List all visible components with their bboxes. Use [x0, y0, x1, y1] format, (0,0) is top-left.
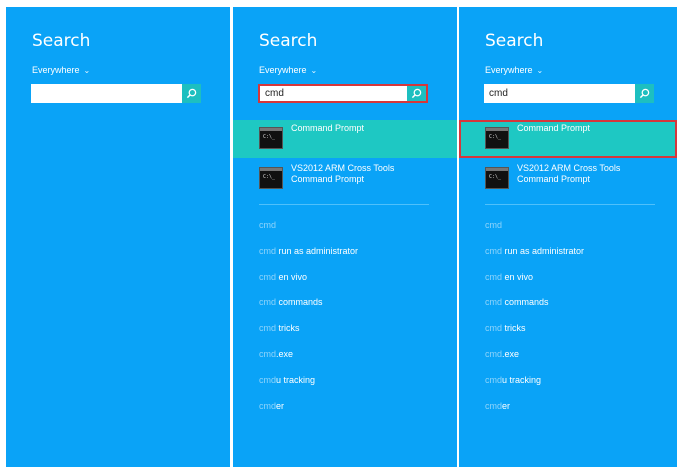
chevron-down-icon: ⌄ — [536, 65, 544, 75]
search-button[interactable] — [407, 86, 426, 101]
chevron-down-icon: ⌄ — [83, 65, 91, 75]
search-scope-dropdown[interactable]: Everywhere ⌄ — [485, 65, 543, 75]
suggestion-item[interactable]: cmdu tracking — [259, 375, 315, 385]
divider — [259, 204, 429, 205]
result-vs2012-arm-cross-tools[interactable]: C:\_ VS2012 ARM Cross Tools Command Prom… — [233, 160, 457, 198]
suggestion-item[interactable]: cmd run as administrator — [485, 246, 584, 256]
suggestion-item[interactable]: cmd — [259, 220, 276, 230]
suggestion-item[interactable]: cmder — [485, 401, 510, 411]
magnifier-icon — [411, 88, 422, 99]
suggestion-item[interactable]: cmd.exe — [259, 349, 293, 359]
search-input[interactable] — [31, 84, 181, 103]
chevron-down-icon: ⌄ — [310, 65, 318, 75]
suggestion-item[interactable]: cmd tricks — [259, 323, 300, 333]
suggestion-item[interactable]: cmd.exe — [485, 349, 519, 359]
result-label: Command Prompt — [291, 123, 365, 133]
result-label: Command Prompt — [517, 123, 591, 133]
search-box — [484, 84, 654, 103]
search-title: Search — [259, 31, 318, 51]
search-pane-1: Search Everywhere ⌄ — [6, 7, 230, 467]
search-scope-dropdown[interactable]: Everywhere ⌄ — [259, 65, 317, 75]
result-label: VS2012 ARM Cross Tools Command Prompt — [517, 163, 667, 185]
result-label-line1: VS2012 ARM Cross Tools — [291, 163, 395, 173]
command-prompt-icon: C:\_ — [259, 167, 283, 189]
suggestion-item[interactable]: cmder — [259, 401, 284, 411]
search-title: Search — [32, 31, 91, 51]
suggestion-item[interactable]: cmd en vivo — [485, 272, 533, 282]
search-scope-label: Everywhere — [485, 65, 533, 75]
result-label-line1: VS2012 ARM Cross Tools — [517, 163, 621, 173]
search-pane-2: Search Everywhere ⌄ C:\_ Command Prompt … — [233, 7, 457, 467]
search-title: Search — [485, 31, 544, 51]
result-label: VS2012 ARM Cross Tools Command Prompt — [291, 163, 441, 185]
search-scope-dropdown[interactable]: Everywhere ⌄ — [32, 65, 90, 75]
magnifier-icon — [639, 88, 650, 99]
search-box — [31, 84, 201, 103]
search-input[interactable] — [260, 86, 410, 101]
suggestion-item[interactable]: cmd commands — [259, 297, 323, 307]
search-button[interactable] — [635, 84, 654, 103]
search-pane-3: Search Everywhere ⌄ C:\_ Command Prompt … — [459, 7, 677, 467]
suggestion-item[interactable]: cmd commands — [485, 297, 549, 307]
result-command-prompt[interactable]: C:\_ Command Prompt — [233, 120, 457, 158]
magnifier-icon — [186, 88, 197, 99]
suggestion-item[interactable]: cmdu tracking — [485, 375, 541, 385]
command-prompt-icon: C:\_ — [485, 167, 509, 189]
command-prompt-icon: C:\_ — [259, 127, 283, 149]
search-button[interactable] — [182, 84, 201, 103]
search-scope-label: Everywhere — [259, 65, 307, 75]
suggestion-item[interactable]: cmd run as administrator — [259, 246, 358, 256]
search-box — [258, 84, 428, 103]
divider — [485, 204, 655, 205]
suggestion-item[interactable]: cmd — [485, 220, 502, 230]
result-label-line2: Command Prompt — [517, 174, 591, 184]
suggestion-item[interactable]: cmd en vivo — [259, 272, 307, 282]
result-label-line2: Command Prompt — [291, 174, 365, 184]
command-prompt-icon: C:\_ — [485, 127, 509, 149]
result-command-prompt[interactable]: C:\_ Command Prompt — [459, 120, 677, 158]
search-scope-label: Everywhere — [32, 65, 80, 75]
result-vs2012-arm-cross-tools[interactable]: C:\_ VS2012 ARM Cross Tools Command Prom… — [459, 160, 677, 198]
search-input[interactable] — [484, 84, 634, 103]
suggestion-item[interactable]: cmd tricks — [485, 323, 526, 333]
